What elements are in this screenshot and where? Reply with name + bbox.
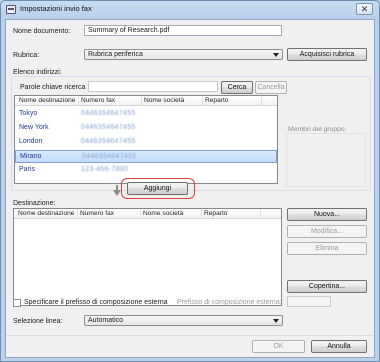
address-list-table[interactable]: Nome destinazione Numero fax Nome societ…	[14, 95, 278, 184]
dialog-body: Nome documento: Summary of Research.pdf …	[5, 19, 375, 358]
address-row-mirano[interactable]: Mirano 0446354647455	[15, 150, 277, 163]
row-fax: 0446354647455	[81, 138, 136, 145]
address-row-london[interactable]: London 0446354647455	[15, 136, 277, 149]
chevron-down-icon	[273, 319, 279, 323]
column-department[interactable]: Reparto	[204, 210, 227, 217]
row-name: London	[19, 138, 43, 145]
column-company-name[interactable]: Nome società	[143, 210, 183, 217]
document-name-field[interactable]: Summary of Research.pdf	[84, 25, 282, 36]
column-company-name[interactable]: Nome società	[144, 97, 184, 104]
address-row-tokyo[interactable]: Tokyo 0446354647455	[15, 108, 277, 121]
column-separator	[141, 96, 142, 106]
row-name: Paris	[19, 166, 35, 173]
column-separator	[201, 209, 202, 219]
column-separator	[202, 96, 203, 106]
clear-button: Cancella	[255, 81, 287, 94]
window-title: Impostazioni invio fax	[20, 4, 92, 13]
title-bar[interactable]: Impostazioni invio fax ✕	[1, 1, 379, 19]
line-selection-label: Selezione linea:	[13, 318, 63, 325]
close-button[interactable]: ✕	[356, 3, 373, 15]
column-separator	[78, 96, 79, 106]
line-selection-value: Automatico	[88, 317, 124, 324]
column-destination-name[interactable]: Nome destinazione	[18, 210, 74, 217]
row-name: Tokyo	[19, 110, 38, 117]
new-destination-button[interactable]: Nuova...	[287, 208, 367, 221]
row-fax: 0446354647455	[81, 124, 136, 131]
external-prefix-field-label: Prefisso di composizione esterna:	[177, 299, 282, 306]
delete-destination-button: Elimina	[287, 242, 367, 255]
column-separator	[260, 209, 261, 219]
external-prefix-checkbox[interactable]	[13, 299, 21, 307]
search-keywords-label: Parole chiave ricerca	[20, 84, 86, 91]
address-book-label: Rubrica:	[13, 52, 40, 59]
search-button[interactable]: Cerca	[221, 81, 253, 94]
column-department[interactable]: Reparto	[205, 97, 228, 104]
chevron-down-icon	[273, 53, 279, 57]
column-destination-name[interactable]: Nome destinazione	[19, 97, 75, 104]
row-fax: 123-456-7890	[81, 166, 129, 173]
address-row-paris[interactable]: Paris 123-456-7890	[15, 164, 277, 177]
group-members-list	[286, 133, 366, 187]
address-book-value: Rubrica periferica	[88, 51, 143, 58]
cover-page-button[interactable]: Copertina...	[287, 280, 367, 293]
line-selection-select[interactable]: Automatico	[84, 315, 283, 326]
column-fax-number[interactable]: Numero fax	[80, 210, 114, 217]
address-row-new-york[interactable]: New York 0446354647455	[15, 122, 277, 135]
address-list-label: Elenco indirizzi:	[13, 69, 62, 76]
external-prefix-input	[287, 296, 331, 307]
column-separator	[261, 96, 262, 106]
group-members-label: Membri del gruppo:	[288, 126, 347, 133]
fax-settings-window: Impostazioni invio fax ✕ Nome documento:…	[0, 0, 380, 362]
row-fax: 0446354647455	[81, 110, 136, 117]
acquire-address-book-button[interactable]: Acquisisci rubrica	[287, 48, 367, 61]
column-separator	[77, 209, 78, 219]
destination-table[interactable]: Nome destinazione Numero fax Nome societ…	[13, 208, 282, 306]
cancel-button[interactable]: Annulla	[311, 340, 367, 353]
search-keywords-input[interactable]	[88, 81, 218, 92]
footer-divider	[6, 335, 374, 336]
column-fax-number[interactable]: Numero fax	[81, 97, 115, 104]
row-name: Mirano	[20, 153, 42, 160]
destination-header: Nome destinazione Numero fax Nome societ…	[14, 209, 281, 219]
ok-button: OK	[252, 340, 305, 353]
address-list-header: Nome destinazione Numero fax Nome societ…	[15, 96, 277, 106]
fax-icon	[6, 5, 16, 14]
external-prefix-checkbox-label: Specificare il prefisso di composizione …	[24, 299, 168, 306]
row-fax: 0446354647455	[82, 153, 137, 160]
column-separator	[140, 209, 141, 219]
row-name: New York	[19, 124, 49, 131]
edit-destination-button: Modifica...	[287, 225, 367, 238]
destination-label: Destinazione:	[13, 200, 56, 207]
address-book-select[interactable]: Rubrica periferica	[84, 49, 283, 60]
close-icon: ✕	[360, 4, 369, 14]
add-button[interactable]: Aggiungi	[127, 182, 188, 195]
document-name-label: Nome documento:	[13, 28, 71, 35]
arrow-down-icon	[113, 185, 121, 196]
